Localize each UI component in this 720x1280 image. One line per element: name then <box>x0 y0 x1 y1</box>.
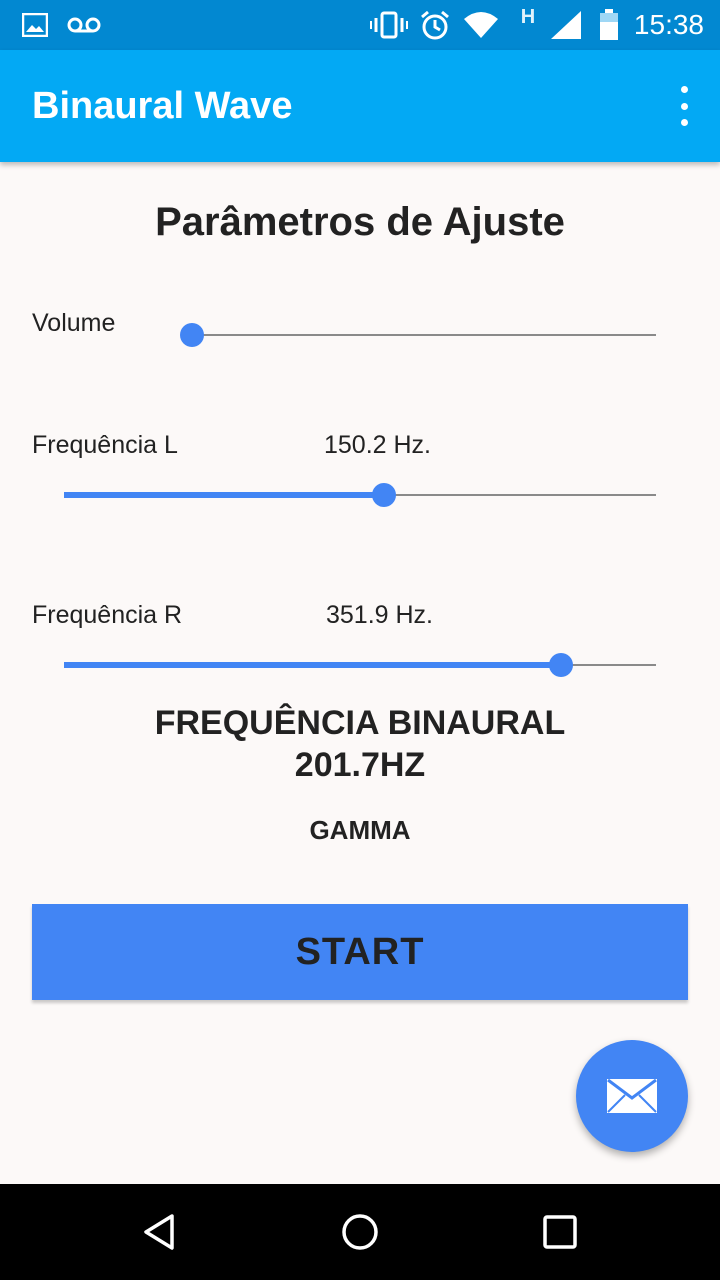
freq-left-label: Frequência L <box>32 431 178 459</box>
band-label: GAMMA <box>309 815 411 845</box>
freq-left-slider[interactable] <box>64 480 656 510</box>
signal-icon <box>548 0 584 50</box>
wifi-icon <box>462 0 500 50</box>
recents-icon[interactable] <box>500 1184 620 1280</box>
page-title: Parâmetros de Ajuste <box>155 200 565 244</box>
mail-fab[interactable] <box>576 1040 688 1152</box>
binaural-value: 201.7HZ <box>294 746 426 784</box>
clock: 15:38 <box>633 9 704 40</box>
volume-slider[interactable] <box>180 320 656 350</box>
more-vert-icon[interactable] <box>672 86 696 126</box>
freq-right-label: Frequência R <box>32 601 183 629</box>
start-button[interactable]: START <box>32 904 688 1000</box>
vibrate-icon <box>370 0 408 50</box>
binaural-result: FREQUÊNCIA BINAURAL 201.7HZ <box>0 702 720 786</box>
freq-left-slider-thumb[interactable] <box>371 483 396 507</box>
status-bar: H 15:38 <box>0 0 720 50</box>
volume-label: Volume <box>32 309 116 337</box>
freq-right-slider[interactable] <box>64 650 656 680</box>
mail-icon <box>606 1078 658 1114</box>
freq-right-value: 351.9 Hz. <box>326 601 434 629</box>
home-icon[interactable] <box>300 1184 420 1280</box>
back-icon[interactable] <box>100 1184 220 1280</box>
binaural-title: FREQUÊNCIA BINAURAL <box>154 704 566 742</box>
alarm-icon <box>418 0 452 50</box>
freq-left-value: 150.2 Hz. <box>324 431 432 459</box>
navigation-bar <box>0 1184 720 1280</box>
battery-icon <box>596 0 622 50</box>
h-network-icon: H <box>516 0 540 42</box>
volume-slider-thumb[interactable] <box>180 323 204 347</box>
voicemail-icon <box>66 0 102 50</box>
image-icon <box>20 0 50 50</box>
freq-right-slider-thumb[interactable] <box>549 653 574 677</box>
app-title: Binaural Wave <box>32 85 293 127</box>
app-bar: Binaural Wave <box>0 50 720 162</box>
network-type-label: H <box>520 5 536 28</box>
